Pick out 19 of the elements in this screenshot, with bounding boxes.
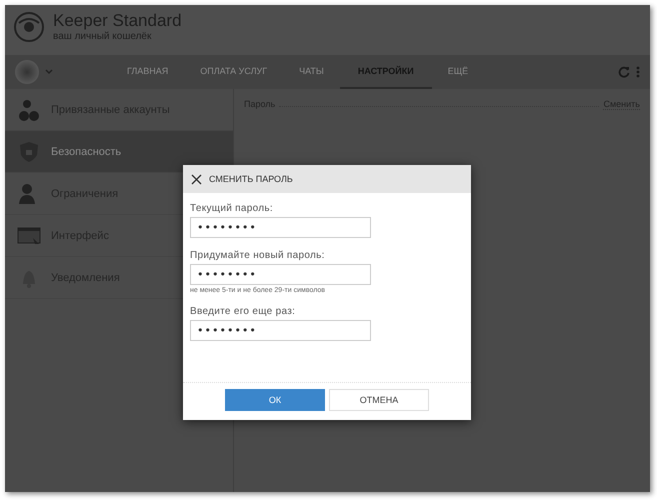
nav-tab[interactable]: ГЛАВНАЯ: [111, 55, 184, 89]
field-label: Введите его еще раз:: [190, 306, 296, 317]
password-field[interactable]: ••••••••: [190, 264, 371, 285]
refresh-icon[interactable]: [618, 66, 630, 78]
close-icon[interactable]: [191, 174, 202, 184]
people-icon: [17, 98, 41, 122]
shield-icon: [17, 140, 41, 164]
more-icon[interactable]: [636, 66, 640, 78]
nav-tab[interactable]: ОПЛАТА УСЛУГ: [184, 55, 284, 89]
caret-icon[interactable]: [45, 69, 53, 75]
password-field[interactable]: ••••••••: [190, 320, 371, 341]
ok-button[interactable]: ОК: [225, 389, 325, 411]
nav-tab[interactable]: ЧАТЫ: [283, 55, 340, 89]
cancel-button[interactable]: ОТМЕНА: [329, 389, 429, 411]
nav-tab[interactable]: ЕЩЁ: [432, 55, 484, 89]
avatar-icon[interactable]: [15, 60, 39, 84]
sidebar-label: Безопасность: [51, 146, 122, 158]
sidebar-item[interactable]: Безопасность: [5, 131, 233, 173]
password-field[interactable]: ••••••••: [190, 217, 371, 238]
